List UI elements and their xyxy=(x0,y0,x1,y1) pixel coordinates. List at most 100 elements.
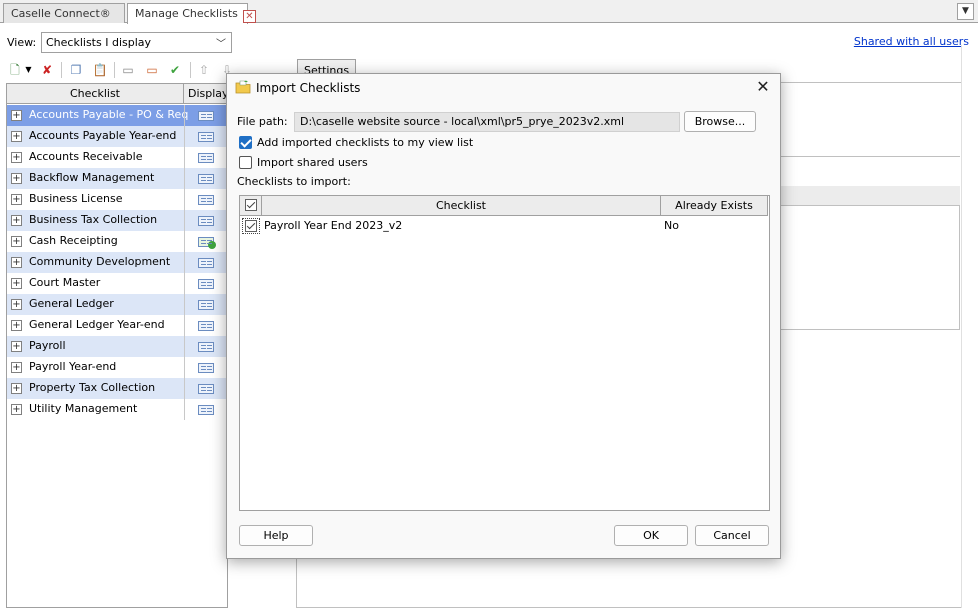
display-icon[interactable] xyxy=(198,111,214,121)
table-row[interactable]: + General Ledger Year-end xyxy=(7,315,227,336)
delete-icon[interactable]: ✘ xyxy=(39,62,55,78)
toolbar-divider xyxy=(114,62,115,78)
column-header-already-exists[interactable]: Already Exists xyxy=(661,196,768,216)
add-imported-checkbox[interactable] xyxy=(239,136,252,149)
table-row[interactable]: + Business License xyxy=(7,189,227,210)
row-checklist-label: Backflow Management xyxy=(29,171,155,184)
display-icon[interactable] xyxy=(198,363,214,373)
row-checklist-label: Cash Receipting xyxy=(29,234,118,247)
row-already-exists: No xyxy=(664,219,679,232)
row-checklist-label: Utility Management xyxy=(29,402,138,415)
table-row[interactable]: + Business Tax Collection xyxy=(7,210,227,231)
file-path-field[interactable]: D:\caselle website source - local\xml\pr… xyxy=(294,112,680,132)
table-row[interactable]: + Cash Receipting xyxy=(7,231,227,252)
expand-icon[interactable]: + xyxy=(11,362,22,373)
expand-icon[interactable]: + xyxy=(11,299,22,310)
expand-icon[interactable]: + xyxy=(11,236,22,247)
table-row[interactable]: + Accounts Payable Year-end xyxy=(7,126,227,147)
dialog-title-bar[interactable]: Import Checklists ✕ xyxy=(227,74,780,102)
display-icon[interactable] xyxy=(198,279,214,289)
expand-icon[interactable]: + xyxy=(11,152,22,163)
display-icon[interactable] xyxy=(198,174,214,184)
display-icon[interactable] xyxy=(198,153,214,163)
close-icon[interactable]: ✕ xyxy=(754,78,772,96)
table-row[interactable]: + Property Tax Collection xyxy=(7,378,227,399)
help-button[interactable]: Help xyxy=(239,525,313,546)
close-icon[interactable]: ✕ xyxy=(242,10,256,23)
expand-icon[interactable]: + xyxy=(11,194,22,205)
row-checkbox-cell[interactable] xyxy=(242,218,260,234)
browse-button[interactable]: Browse... xyxy=(684,111,756,132)
table-row[interactable]: Payroll Year End 2023_v2 No xyxy=(240,216,769,236)
expand-icon[interactable]: + xyxy=(11,341,22,352)
new-checklist-icon[interactable]: 🗋 xyxy=(7,62,23,78)
column-header-checklist[interactable]: Checklist xyxy=(262,196,661,216)
display-icon[interactable] xyxy=(198,321,214,331)
expand-icon[interactable]: + xyxy=(11,215,22,226)
column-divider xyxy=(184,252,185,273)
tab-label: Manage Checklists xyxy=(135,7,238,20)
import-shared-users-checkbox[interactable] xyxy=(239,156,252,169)
expand-icon[interactable]: + xyxy=(11,257,22,268)
select-all-checkbox[interactable] xyxy=(245,199,257,211)
display-icon[interactable] xyxy=(198,342,214,352)
view-select[interactable]: Checklists I display ﹀ xyxy=(41,32,232,53)
expand-icon[interactable]: + xyxy=(11,404,22,415)
table-row[interactable]: + Court Master xyxy=(7,273,227,294)
tab-manage-checklists[interactable]: Manage Checklists ✕ xyxy=(127,3,256,24)
table-row[interactable]: + Utility Management xyxy=(7,399,227,420)
move-up-icon[interactable]: ⇧ xyxy=(196,62,212,78)
column-divider xyxy=(184,378,185,399)
expand-icon[interactable]: + xyxy=(11,278,22,289)
row-checklist-name: Payroll Year End 2023_v2 xyxy=(264,219,403,232)
table-row[interactable]: + Accounts Receivable xyxy=(7,147,227,168)
column-header-select[interactable] xyxy=(240,196,262,216)
copy-icon[interactable]: ❐ xyxy=(68,62,84,78)
import-checklists-dialog: Import Checklists ✕ File path: D:\casell… xyxy=(226,73,781,559)
tab-label: Caselle Connect® xyxy=(11,7,111,20)
row-checkbox[interactable] xyxy=(245,220,257,232)
row-checklist-label: Court Master xyxy=(29,276,101,289)
shared-with-all-users-link[interactable]: Shared with all users xyxy=(854,35,969,48)
chevron-down-icon: ﹀ xyxy=(216,39,226,50)
display-icon[interactable] xyxy=(198,132,214,142)
expand-icon[interactable]: + xyxy=(11,110,22,121)
import-folder-icon xyxy=(235,80,251,94)
column-divider xyxy=(184,336,185,357)
chevron-down-icon[interactable]: ▼ xyxy=(24,62,33,78)
paste-icon[interactable]: 📋 xyxy=(92,62,108,78)
row-checklist-label: Payroll Year-end xyxy=(29,360,117,373)
display-icon[interactable] xyxy=(198,384,214,394)
display-icon[interactable] xyxy=(198,195,214,205)
hide-icon[interactable]: ▭ xyxy=(144,62,160,78)
expand-icon[interactable]: + xyxy=(11,131,22,142)
expand-icon[interactable]: + xyxy=(11,173,22,184)
display-icon[interactable] xyxy=(198,405,214,415)
add-imported-label: Add imported checklists to my view list xyxy=(257,136,474,149)
display-icon[interactable] xyxy=(198,300,214,310)
view-label: View: xyxy=(7,36,37,49)
display-icon[interactable] xyxy=(198,258,214,268)
chevron-down-icon[interactable]: ▼ xyxy=(957,3,974,20)
display-icon[interactable]: ▭ xyxy=(120,62,136,78)
display-icon[interactable] xyxy=(198,216,214,226)
cancel-button[interactable]: Cancel xyxy=(695,525,769,546)
check-icon[interactable]: ✔ xyxy=(167,62,183,78)
column-header-display[interactable]: Display xyxy=(185,84,229,104)
table-row[interactable]: + Community Development xyxy=(7,252,227,273)
expand-icon[interactable]: + xyxy=(11,383,22,394)
column-header-checklist[interactable]: Checklist xyxy=(7,84,184,104)
tab-caselle-connect[interactable]: Caselle Connect® xyxy=(3,3,125,23)
table-row[interactable]: + Backflow Management xyxy=(7,168,227,189)
table-row[interactable]: + Payroll xyxy=(7,336,227,357)
expand-icon[interactable]: + xyxy=(11,320,22,331)
table-row[interactable]: + General Ledger xyxy=(7,294,227,315)
column-divider xyxy=(184,210,185,231)
table-row[interactable]: + Accounts Payable - PO & Req xyxy=(7,105,227,126)
vertical-scrollbar[interactable] xyxy=(961,45,978,608)
row-checklist-label: Business License xyxy=(29,192,123,205)
row-checklist-label: Accounts Payable Year-end xyxy=(29,129,177,142)
display-active-icon[interactable] xyxy=(198,237,216,249)
table-row[interactable]: + Payroll Year-end xyxy=(7,357,227,378)
ok-button[interactable]: OK xyxy=(614,525,688,546)
